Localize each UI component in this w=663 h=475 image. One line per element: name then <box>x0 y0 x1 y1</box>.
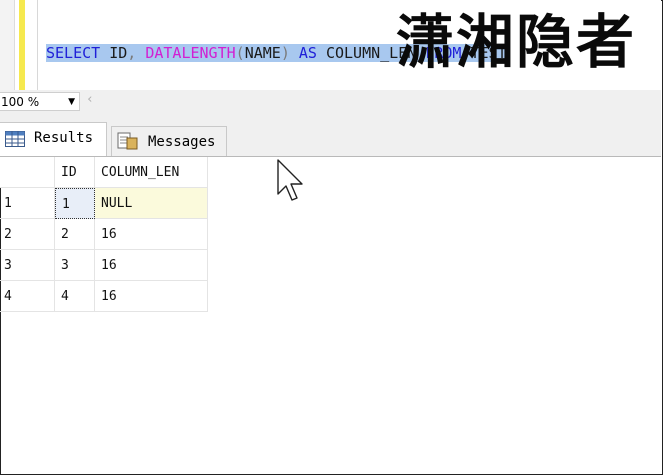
results-tab-bar: Results Messages <box>0 114 661 157</box>
table-cell-column-len[interactable]: NULL <box>95 188 208 219</box>
chevron-down-icon[interactable]: ▼ <box>68 93 75 112</box>
scroll-left-icon[interactable]: ‹ <box>86 92 94 107</box>
sql-token-name: NAME <box>244 44 281 62</box>
query-editor[interactable]: SELECT ID, DATALENGTH(NAME) AS COLUMN_LE… <box>0 0 661 90</box>
table-cell-id[interactable]: 2 <box>55 219 95 250</box>
tab-results-label: Results <box>34 130 94 146</box>
grid-corner-cell[interactable] <box>0 157 55 188</box>
zoom-value: 100 % <box>1 95 40 109</box>
table-cell-column-len[interactable]: 16 <box>95 281 208 312</box>
sql-token-id: ID <box>100 44 128 62</box>
row-number[interactable]: 1 <box>0 188 55 219</box>
column-header-id[interactable]: ID <box>55 157 95 188</box>
table-row[interactable]: 3 3 16 <box>0 250 208 281</box>
table-cell-id[interactable]: 4 <box>55 281 95 312</box>
tab-messages[interactable]: Messages <box>111 126 227 156</box>
zoom-bar: 100 % ▼ ‹ <box>0 90 661 114</box>
sql-token-as: AS <box>289 44 326 62</box>
table-row[interactable]: 2 2 16 <box>0 219 208 250</box>
column-header-column-len[interactable]: COLUMN_LEN <box>95 157 208 188</box>
sql-token-comma: , <box>127 44 137 62</box>
editor-gutter <box>0 0 15 90</box>
table-cell-column-len[interactable]: 16 <box>95 219 208 250</box>
grid-header-row: ID COLUMN_LEN <box>0 157 208 188</box>
table-cell-id[interactable]: 1 <box>55 188 95 219</box>
row-number[interactable]: 3 <box>0 250 55 281</box>
zoom-select[interactable]: 100 % ▼ <box>0 92 80 111</box>
editor-margin-line <box>37 0 38 90</box>
row-number[interactable]: 4 <box>0 281 55 312</box>
table-row[interactable]: 1 1 NULL <box>0 188 208 219</box>
document-icon <box>117 132 138 150</box>
table-cell-id[interactable]: 3 <box>55 250 95 281</box>
tab-results[interactable]: Results <box>0 122 107 156</box>
tab-messages-label: Messages <box>148 134 216 150</box>
sql-token-datalength: DATALENGTH <box>145 44 236 62</box>
grid-icon <box>5 131 25 147</box>
watermark-text: 潇湘隐者 <box>396 8 637 76</box>
table-row[interactable]: 4 4 16 <box>0 281 208 312</box>
table-cell-column-len[interactable]: 16 <box>95 250 208 281</box>
sql-token-open-paren: ( <box>235 44 245 62</box>
row-number[interactable]: 2 <box>0 219 55 250</box>
mouse-pointer-icon <box>277 159 303 201</box>
change-tracking-bar <box>19 0 25 90</box>
sql-token-close-paren: ) <box>280 44 290 62</box>
sql-token-space <box>136 44 145 62</box>
sql-token-select: SELECT <box>46 44 101 62</box>
